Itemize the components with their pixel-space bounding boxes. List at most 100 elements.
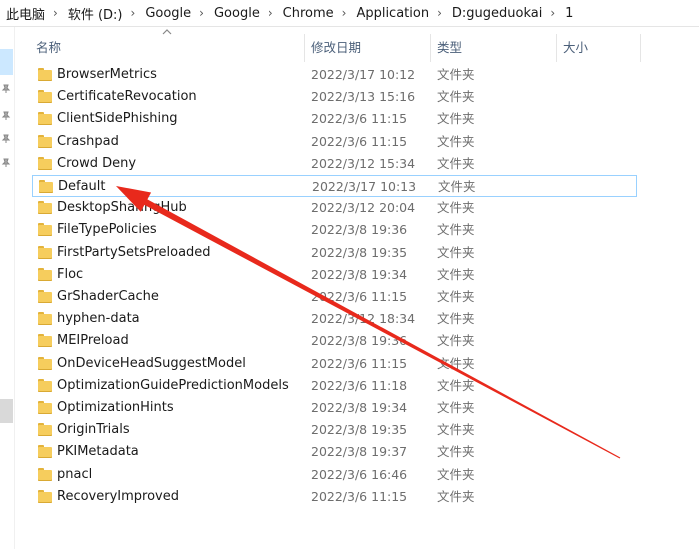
file-date: 2022/3/6 11:15 [311, 289, 408, 304]
file-date: 2022/3/6 11:15 [311, 488, 408, 504]
file-type: 文件夹 [437, 89, 475, 105]
folder-icon [38, 356, 52, 370]
breadcrumb-item[interactable]: Google [208, 6, 264, 21]
file-name: OriginTrials [57, 422, 130, 438]
list-item[interactable]: Default 2022/3/17 10:13 文件夹 [32, 175, 637, 197]
column-divider[interactable] [640, 34, 641, 62]
file-date: 2022/3/8 19:35 [311, 244, 408, 260]
file-name: FileTypePolicies [57, 222, 157, 238]
list-item[interactable]: Crashpad 2022/3/6 11:15 文件夹 [32, 131, 637, 153]
breadcrumb-separator-icon[interactable]: › [433, 6, 446, 20]
column-size-label: 大小 [563, 40, 589, 55]
file-type: 文件夹 [437, 111, 475, 127]
breadcrumb-item[interactable]: 软件 (D:) [62, 4, 127, 23]
breadcrumb-item[interactable]: D:gugeduokai [446, 6, 546, 21]
file-date: 2022/3/6 11:18 [311, 377, 408, 393]
list-item[interactable]: BrowserMetrics 2022/3/17 10:12 文件夹 [32, 64, 637, 86]
folder-icon [38, 290, 52, 303]
list-item[interactable]: GrShaderCache 2022/3/6 11:15 文件夹 [32, 286, 637, 308]
file-date: 2022/3/17 10:12 [311, 67, 416, 82]
file-date: 2022/3/8 19:34 [311, 400, 408, 415]
breadcrumb-separator-icon[interactable]: › [546, 6, 559, 20]
list-item[interactable]: FileTypePolicies 2022/3/8 19:36 文件夹 [32, 219, 637, 241]
folder-icon [38, 201, 52, 215]
file-name: MEIPreload [57, 333, 129, 349]
list-item[interactable]: FirstPartySetsPreloaded 2022/3/8 19:35 文件夹 [32, 242, 637, 264]
column-type[interactable]: 类型 [433, 34, 557, 62]
breadcrumb-separator-icon[interactable]: › [127, 6, 140, 20]
breadcrumb-item[interactable]: Chrome [277, 6, 338, 21]
file-date: 2022/3/6 11:15 [311, 111, 408, 127]
column-date[interactable]: 修改日期 [307, 34, 431, 62]
pin-icon[interactable] [1, 158, 11, 168]
file-type: 文件夹 [437, 466, 475, 482]
list-item[interactable]: pnacl 2022/3/6 16:46 文件夹 [32, 464, 637, 486]
list-item[interactable]: ClientSidePhishing 2022/3/6 11:15 文件夹 [32, 108, 637, 130]
folder-icon [38, 312, 52, 326]
file-date: 2022/3/8 19:37 [311, 444, 408, 460]
column-divider[interactable] [430, 34, 431, 62]
breadcrumb-item[interactable]: Application [350, 6, 433, 21]
file-type: 文件夹 [437, 444, 475, 460]
breadcrumb-item[interactable]: 此电脑 [0, 4, 49, 23]
pin-icon[interactable] [1, 84, 11, 94]
column-header: 名称 修改日期 类型 大小 [32, 29, 643, 62]
breadcrumb-item[interactable]: Google [139, 6, 195, 21]
file-name: CertificateRevocation [57, 89, 197, 105]
file-type: 文件夹 [437, 155, 475, 171]
list-item[interactable]: Floc 2022/3/8 19:34 文件夹 [32, 264, 637, 286]
file-type: 文件夹 [437, 266, 475, 282]
file-type: 文件夹 [437, 133, 475, 149]
file-name: pnacl [57, 466, 93, 482]
folder-icon [38, 423, 52, 437]
file-name: OptimizationGuidePredictionModels [57, 377, 289, 393]
folder-icon [38, 489, 52, 503]
list-item[interactable]: hyphen-data 2022/3/12 18:34 文件夹 [32, 308, 637, 330]
file-date: 2022/3/12 15:34 [311, 155, 416, 171]
breadcrumb-separator-icon[interactable]: › [195, 6, 208, 20]
list-item[interactable]: OriginTrials 2022/3/8 19:35 文件夹 [32, 419, 637, 441]
column-name-label: 名称 [36, 40, 62, 55]
folder-icon [38, 267, 52, 281]
breadcrumb-separator-icon[interactable]: › [338, 6, 351, 20]
navigation-pane[interactable] [0, 27, 15, 549]
file-type: 文件夹 [438, 179, 476, 194]
column-divider[interactable] [304, 34, 305, 62]
file-type: 文件夹 [437, 400, 475, 415]
list-item[interactable]: OnDeviceHeadSuggestModel 2022/3/6 11:15 文件… [32, 353, 637, 375]
list-item[interactable]: OptimizationHints 2022/3/8 19:34 文件夹 [32, 397, 637, 419]
file-name: Crowd Deny [57, 155, 137, 171]
file-date: 2022/3/8 19:36 [311, 333, 408, 349]
column-divider[interactable] [556, 34, 557, 62]
file-date: 2022/3/8 19:34 [311, 266, 408, 282]
file-type: 文件夹 [437, 422, 475, 438]
breadcrumb-separator-icon[interactable]: › [49, 6, 62, 20]
folder-icon [38, 90, 52, 104]
breadcrumb-item[interactable]: 1 [559, 6, 577, 21]
folder-icon [38, 378, 52, 392]
column-size[interactable]: 大小 [559, 34, 643, 62]
file-name: ClientSidePhishing [57, 111, 178, 127]
list-item[interactable]: DesktopSharingHub 2022/3/12 20:04 文件夹 [32, 197, 637, 219]
file-name: DesktopSharingHub [57, 200, 187, 216]
file-type: 文件夹 [437, 488, 475, 504]
list-item[interactable]: OptimizationGuidePredictionModels 2022/3/… [32, 375, 637, 397]
column-name[interactable]: 名称 [32, 29, 304, 62]
nav-selected-item[interactable] [0, 49, 13, 75]
list-item[interactable]: Crowd Deny 2022/3/12 15:34 文件夹 [32, 153, 637, 175]
breadcrumb-separator-icon[interactable]: › [264, 6, 277, 20]
list-item[interactable]: RecoveryImproved 2022/3/6 11:15 文件夹 [32, 486, 637, 508]
nav-item[interactable] [0, 399, 13, 423]
pin-icon[interactable] [1, 111, 11, 121]
list-item[interactable]: CertificateRevocation 2022/3/13 15:16 文件夹 [32, 86, 637, 108]
breadcrumb: 此电脑 › 软件 (D:) › Google › Google › Chrome › Applica… [0, 0, 699, 27]
file-type: 文件夹 [437, 311, 475, 327]
file-name: RecoveryImproved [57, 488, 179, 504]
list-item[interactable]: MEIPreload 2022/3/8 19:36 文件夹 [32, 330, 637, 352]
folder-icon [38, 334, 52, 348]
list-item[interactable]: PKIMetadata 2022/3/8 19:37 文件夹 [32, 441, 637, 463]
file-type: 文件夹 [437, 244, 475, 260]
sort-up-icon [162, 29, 172, 35]
pin-icon[interactable] [1, 134, 11, 144]
folder-icon [38, 68, 52, 81]
